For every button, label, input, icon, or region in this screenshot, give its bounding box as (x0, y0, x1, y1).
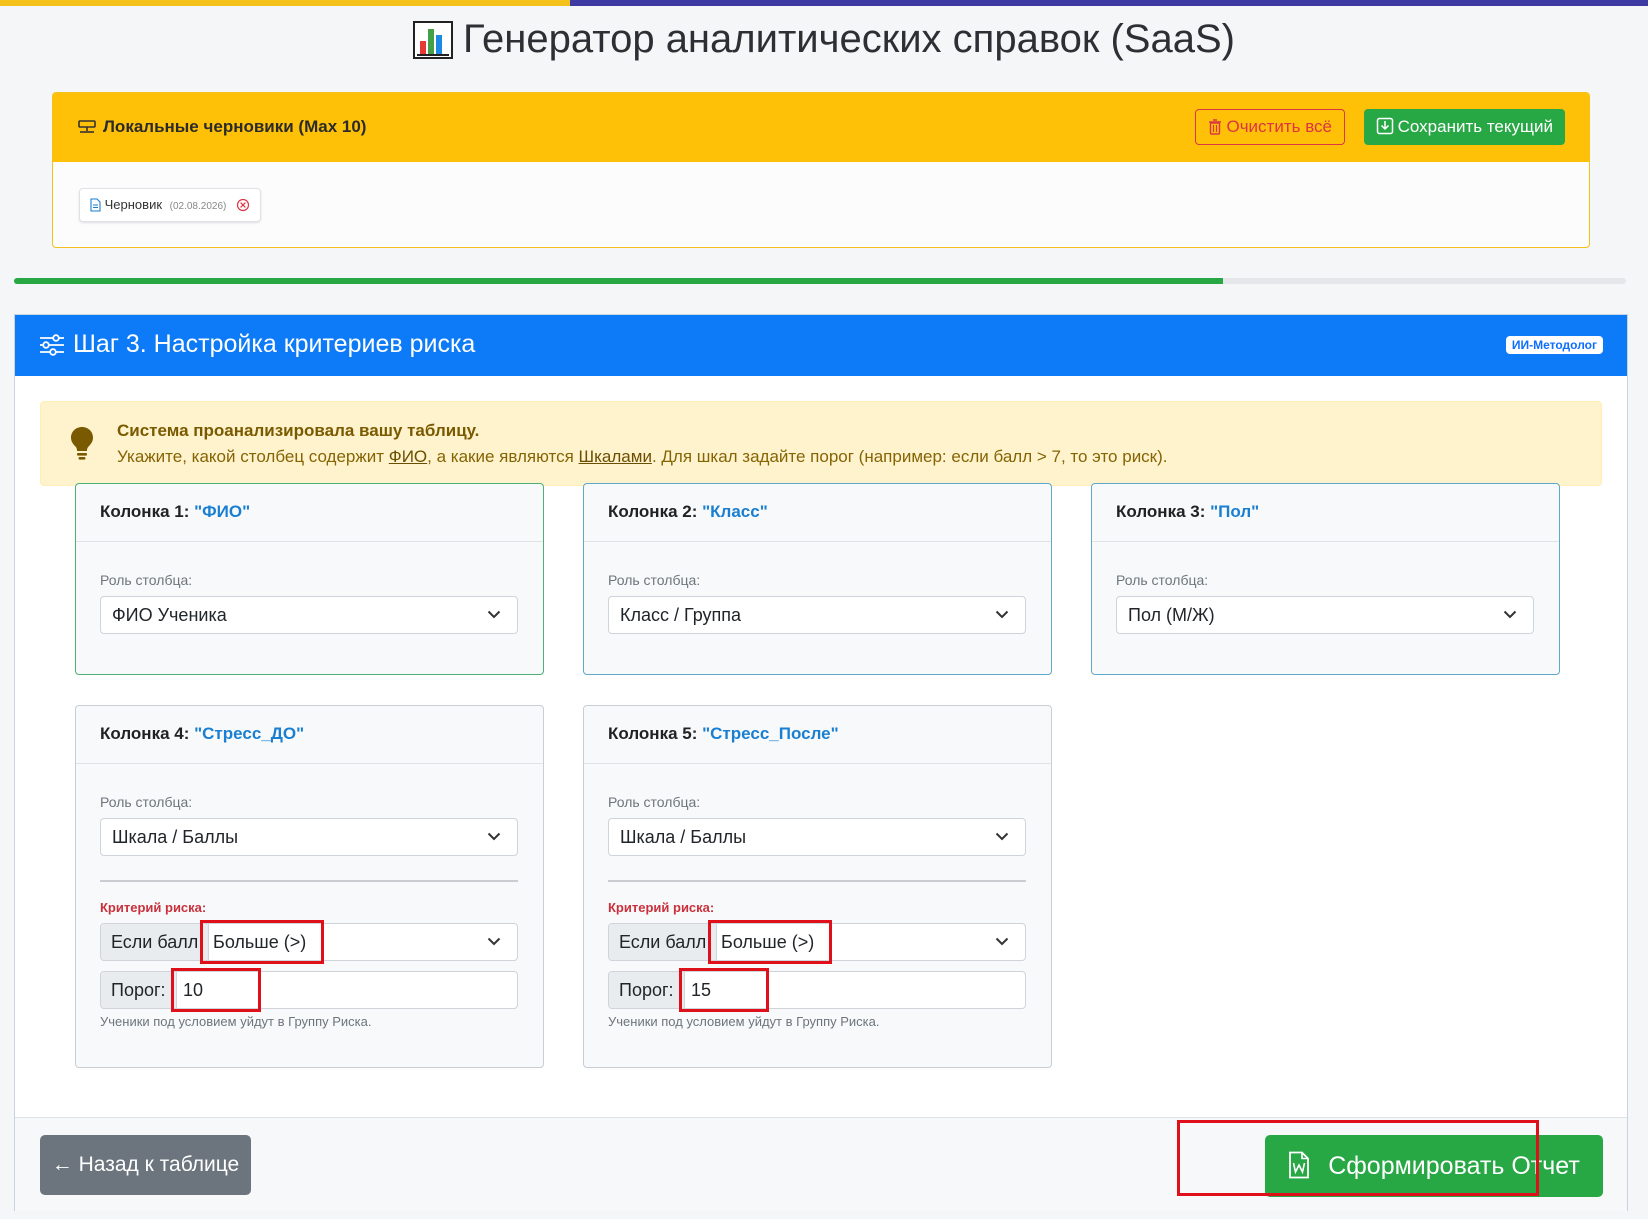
role-label: Роль столбца: (608, 794, 701, 810)
column-title: Колонка 4: "Стресс_ДО" (100, 724, 305, 743)
chevron-down-icon (1503, 610, 1517, 619)
sliders-icon (40, 334, 64, 356)
scales-term: Шкалами (578, 447, 652, 466)
page-title-text: Генератор аналитических справок (SaaS) (463, 17, 1235, 61)
chevron-down-icon (995, 610, 1009, 619)
column-card-3: Колонка 3: "Пол" Роль столбца: Пол (М/Ж) (1091, 483, 1560, 675)
highlight-box (171, 968, 261, 1012)
step-footer: ← Назад к таблице Сформировать Отчет (15, 1117, 1627, 1211)
role-label: Роль столбца: (608, 572, 701, 588)
highlight-box (200, 920, 324, 964)
risk-hint: Ученики под условием уйдут в Группу Риск… (608, 1014, 880, 1029)
if-score-prefix: Если балл (101, 924, 210, 960)
fio-term: ФИО (388, 447, 428, 466)
divider (100, 880, 518, 882)
role-select[interactable]: ФИО Ученика (100, 596, 518, 634)
drafts-title: Локальные черновики (Max 10) (77, 117, 366, 137)
highlight-box (708, 920, 832, 964)
column-card-5: Колонка 5: "Стресс_После" Роль столбца: … (583, 705, 1052, 1068)
threshold-prefix: Порог: (609, 972, 685, 1008)
draft-date: (02.08.2026) (169, 201, 227, 212)
hdd-icon (78, 120, 96, 133)
drafts-header: Локальные черновики (Max 10) Очистить вс… (53, 93, 1589, 162)
wizard-progress-bar (14, 278, 1626, 284)
role-select[interactable]: Пол (М/Ж) (1116, 596, 1534, 634)
progress-fill (14, 278, 1223, 284)
chevron-down-icon (487, 832, 501, 841)
highlight-box (1177, 1120, 1539, 1196)
role-label: Роль столбца: (1116, 572, 1209, 588)
column-card-2: Колонка 2: "Класс" Роль столбца: Класс /… (583, 483, 1052, 675)
step-card: Шаг 3. Настройка критериев риска ИИ-Мето… (14, 314, 1628, 1211)
column-title: Колонка 5: "Стресс_После" (608, 724, 839, 743)
back-to-table-button[interactable]: ← Назад к таблице (40, 1135, 251, 1195)
threshold-prefix: Порог: (101, 972, 177, 1008)
alert-heading: Система проанализировала вашу таблицу. (117, 421, 480, 440)
threshold-input[interactable]: Порог: 10 (100, 971, 518, 1009)
role-label: Роль столбца: (100, 794, 193, 810)
chevron-down-icon (995, 937, 1009, 946)
save-current-button[interactable]: Сохранить текущий (1363, 109, 1565, 145)
risk-criterion-label: Критерий риска: (608, 900, 715, 915)
if-score-prefix: Если балл (609, 924, 718, 960)
lightbulb-icon (69, 426, 95, 465)
top-accent-bar (0, 0, 1648, 6)
step-title: Шаг 3. Настройка критериев риска (39, 330, 475, 359)
role-select[interactable]: Шкала / Баллы (100, 818, 518, 856)
ai-methodologist-badge: ИИ-Методолог (1505, 336, 1603, 354)
chevron-down-icon (487, 937, 501, 946)
chevron-down-icon (995, 832, 1009, 841)
column-title: Колонка 3: "Пол" (1116, 502, 1260, 521)
chevron-down-icon (487, 610, 501, 619)
alert-text: Укажите, какой столбец содержит ФИО, а к… (117, 447, 1168, 466)
column-title: Колонка 2: "Класс" (608, 502, 768, 521)
risk-hint: Ученики под условием уйдут в Группу Риск… (100, 1014, 372, 1029)
divider (608, 880, 1026, 882)
draft-name: Черновик (104, 197, 163, 212)
risk-criterion-label: Критерий риска: (100, 900, 207, 915)
clear-all-button[interactable]: Очистить всё (1195, 109, 1345, 145)
info-alert: Система проанализировала вашу таблицу. У… (40, 401, 1602, 486)
threshold-input[interactable]: Порог: 15 (608, 971, 1026, 1009)
draft-item[interactable]: Черновик (02.08.2026) (79, 188, 261, 222)
drafts-card: Локальные черновики (Max 10) Очистить вс… (52, 92, 1590, 248)
download-icon (1376, 117, 1393, 135)
column-title: Колонка 1: "ФИО" (100, 502, 251, 521)
trash-icon (1209, 119, 1222, 135)
bar-chart-icon (413, 21, 454, 71)
role-select[interactable]: Класс / Группа (608, 596, 1026, 634)
highlight-box (679, 968, 769, 1012)
step-header: Шаг 3. Настройка критериев риска ИИ-Мето… (15, 315, 1627, 376)
role-select[interactable]: Шкала / Баллы (608, 818, 1026, 856)
role-label: Роль столбца: (100, 572, 193, 588)
column-card-4: Колонка 4: "Стресс_ДО" Роль столбца: Шка… (75, 705, 544, 1068)
page-title: Генератор аналитических справок (SaaS) (0, 14, 1648, 71)
file-icon (90, 198, 101, 212)
column-card-1: Колонка 1: "ФИО" Роль столбца: ФИО Учени… (75, 483, 544, 675)
delete-draft-icon[interactable] (230, 197, 250, 212)
